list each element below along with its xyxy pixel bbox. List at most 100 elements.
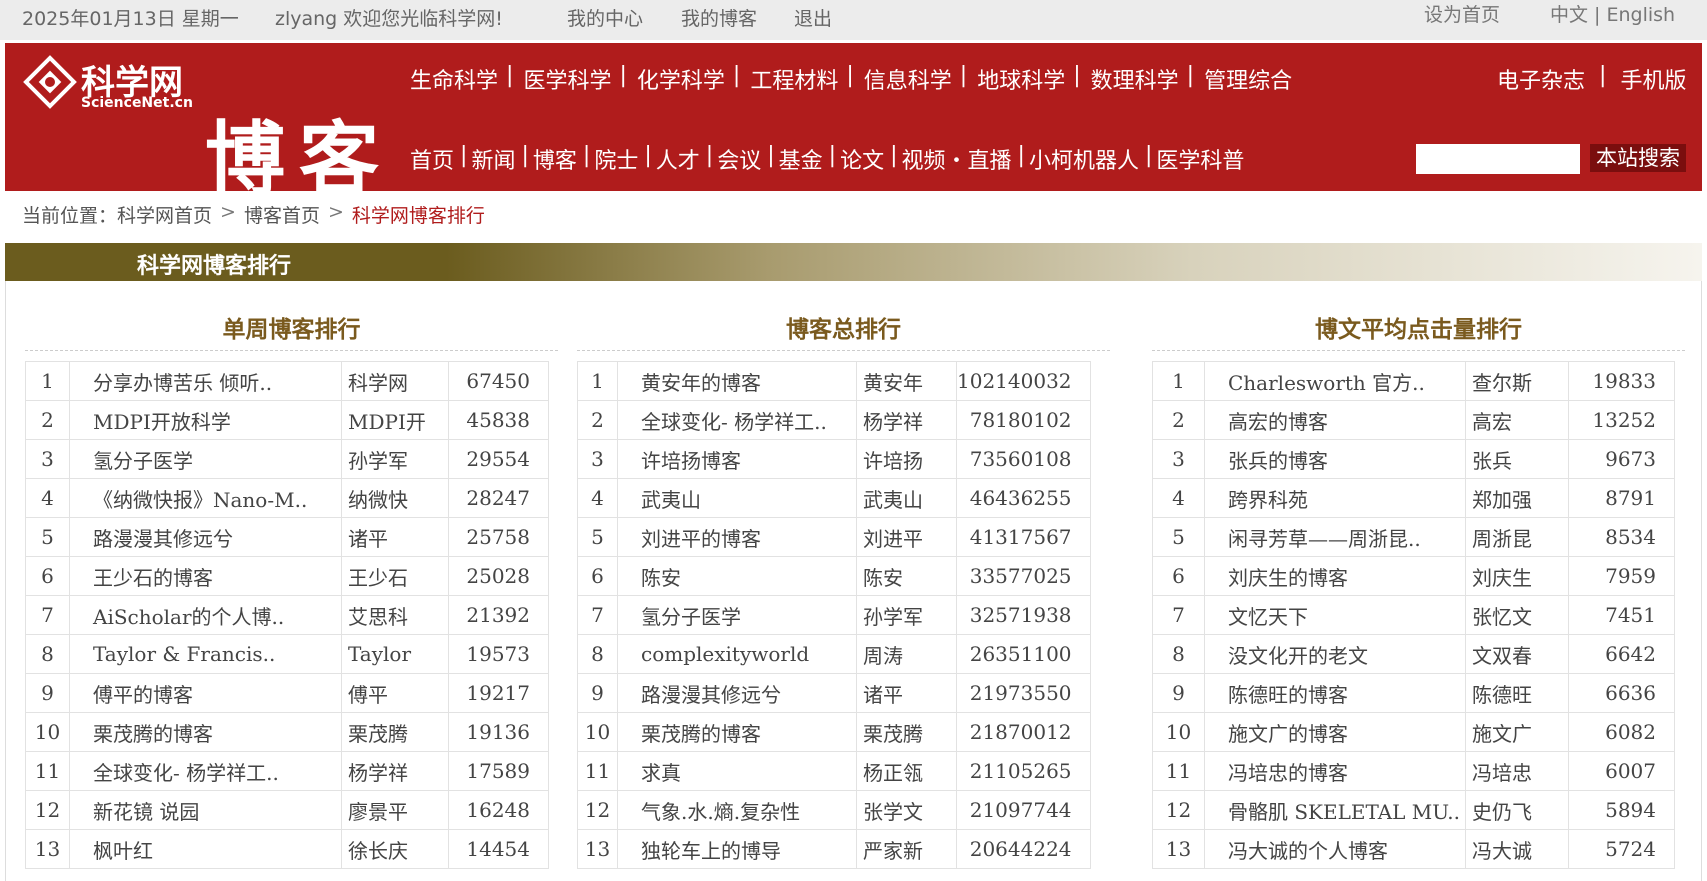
- blog-author-link[interactable]: 文双春: [1465, 634, 1569, 674]
- blog-title-link[interactable]: 气象.水.熵.复杂性: [617, 790, 857, 830]
- blog-title-link[interactable]: 《纳微快报》Nano-M..: [69, 478, 342, 518]
- emagazine-link[interactable]: 电子杂志: [1497, 63, 1585, 95]
- blog-author-link[interactable]: 郑加强: [1465, 478, 1569, 518]
- sciencenet-logo-icon[interactable]: [23, 55, 77, 109]
- nav-item-blog[interactable]: 博客: [533, 143, 577, 175]
- blog-title-link[interactable]: 王少石的博客: [69, 556, 342, 596]
- blog-title-link[interactable]: 路漫漫其修远兮: [69, 517, 342, 557]
- blog-title-link[interactable]: 陈德旺的博客: [1204, 673, 1466, 713]
- nav-item-medsci[interactable]: 医学科普: [1156, 143, 1244, 175]
- blog-title-link[interactable]: 文忆天下: [1204, 595, 1466, 635]
- blog-title-link[interactable]: 新花镜 说园: [69, 790, 342, 830]
- blog-title-link[interactable]: 独轮车上的博导: [617, 829, 857, 869]
- blog-title-link[interactable]: 武夷山: [617, 478, 857, 518]
- blog-title-link[interactable]: 栗茂腾的博客: [69, 712, 342, 752]
- blog-title-link[interactable]: Charlesworth 官方..: [1204, 361, 1466, 401]
- mobile-link[interactable]: 手机版: [1620, 63, 1686, 95]
- set-homepage-link[interactable]: 设为首页: [1424, 0, 1500, 27]
- blog-title-link[interactable]: 求真: [617, 751, 857, 791]
- blog-title-link[interactable]: 全球变化- 杨学祥工..: [617, 400, 857, 440]
- my-center-link[interactable]: 我的中心: [567, 4, 643, 31]
- site-search-button[interactable]: 本站搜索: [1590, 144, 1686, 172]
- blog-author-link[interactable]: 诸平: [856, 673, 957, 713]
- blog-author-link[interactable]: 栗茂腾: [856, 712, 957, 752]
- blog-title-link[interactable]: 刘进平的博客: [617, 517, 857, 557]
- nav-item-paper[interactable]: 论文: [840, 143, 884, 175]
- blog-title-link[interactable]: 许培扬博客: [617, 439, 857, 479]
- blog-title-link[interactable]: AiScholar的个人博..: [69, 595, 342, 635]
- site-search-input[interactable]: [1416, 144, 1580, 174]
- blog-author-link[interactable]: 施文广: [1465, 712, 1569, 752]
- nav-item-engineering[interactable]: 工程材料: [750, 63, 838, 95]
- nav-item-talent[interactable]: 人才: [656, 143, 700, 175]
- blog-title-link[interactable]: 跨界科苑: [1204, 478, 1466, 518]
- blog-author-link[interactable]: 周涛: [856, 634, 957, 674]
- blog-title-link[interactable]: 冯大诚的个人博客: [1204, 829, 1466, 869]
- blog-title-link[interactable]: 骨骼肌 SKELETAL MU..: [1204, 790, 1466, 830]
- blog-author-link[interactable]: 刘进平: [856, 517, 957, 557]
- blog-author-link[interactable]: 杨正瓴: [856, 751, 957, 791]
- blog-title-link[interactable]: 氢分子医学: [617, 595, 857, 635]
- blog-author-link[interactable]: 刘庆生: [1465, 556, 1569, 596]
- nav-item-life[interactable]: 生命科学: [410, 63, 498, 95]
- nav-item-conference[interactable]: 会议: [717, 143, 761, 175]
- blog-author-link[interactable]: 冯大诚: [1465, 829, 1569, 869]
- blog-author-link[interactable]: 张忆文: [1465, 595, 1569, 635]
- blog-title-link[interactable]: 傅平的博客: [69, 673, 342, 713]
- blog-author-link[interactable]: 诸平: [341, 517, 449, 557]
- blog-author-link[interactable]: 孙学军: [341, 439, 449, 479]
- blog-title-link[interactable]: 施文广的博客: [1204, 712, 1466, 752]
- blog-author-link[interactable]: 许培扬: [856, 439, 957, 479]
- blog-title-link[interactable]: 没文化开的老文: [1204, 634, 1466, 674]
- blog-author-link[interactable]: 杨学祥: [856, 400, 957, 440]
- blog-author-link[interactable]: 查尔斯: [1465, 361, 1569, 401]
- breadcrumb-blog-home[interactable]: 博客首页: [244, 201, 320, 228]
- nav-item-robot[interactable]: 小柯机器人: [1029, 143, 1139, 175]
- nav-item-chemistry[interactable]: 化学科学: [637, 63, 725, 95]
- blog-author-link[interactable]: 傅平: [341, 673, 449, 713]
- blog-author-link[interactable]: 纳微快: [341, 478, 449, 518]
- blog-title-link[interactable]: 黄安年的博客: [617, 361, 857, 401]
- blog-title-link[interactable]: Taylor & Francis..: [69, 634, 342, 674]
- nav-item-video[interactable]: 视频・直播: [902, 143, 1012, 175]
- nav-item-news[interactable]: 新闻: [471, 143, 515, 175]
- blog-author-link[interactable]: 冯培忠: [1465, 751, 1569, 791]
- breadcrumb-home[interactable]: 科学网首页: [117, 201, 212, 228]
- nav-item-fund[interactable]: 基金: [779, 143, 823, 175]
- logo-text-en[interactable]: ScienceNet.cn: [81, 95, 193, 111]
- blog-author-link[interactable]: 严家新: [856, 829, 957, 869]
- blog-title-link[interactable]: 枫叶红: [69, 829, 342, 869]
- nav-item-earth[interactable]: 地球科学: [977, 63, 1065, 95]
- blog-title-link[interactable]: 栗茂腾的博客: [617, 712, 857, 752]
- blog-author-link[interactable]: 黄安年: [856, 361, 957, 401]
- blog-author-link[interactable]: 周浙昆: [1465, 517, 1569, 557]
- nav-item-information[interactable]: 信息科学: [864, 63, 952, 95]
- blog-author-link[interactable]: 王少石: [341, 556, 449, 596]
- blog-author-link[interactable]: MDPI开: [341, 400, 449, 440]
- logout-link[interactable]: 退出: [794, 4, 832, 31]
- blog-author-link[interactable]: 杨学祥: [341, 751, 449, 791]
- nav-item-academician[interactable]: 院士: [594, 143, 638, 175]
- nav-item-math-physics[interactable]: 数理科学: [1091, 63, 1179, 95]
- blog-title-link[interactable]: 冯培忠的博客: [1204, 751, 1466, 791]
- blog-author-link[interactable]: 张兵: [1465, 439, 1569, 479]
- blog-author-link[interactable]: 陈德旺: [1465, 673, 1569, 713]
- blog-author-link[interactable]: 陈安: [856, 556, 957, 596]
- blog-author-link[interactable]: 高宏: [1465, 400, 1569, 440]
- blog-author-link[interactable]: 艾思科: [341, 595, 449, 635]
- blog-title-link[interactable]: 闲寻芳草——周浙昆..: [1204, 517, 1466, 557]
- language-switch[interactable]: 中文 | English: [1550, 0, 1675, 27]
- blog-author-link[interactable]: 孙学军: [856, 595, 957, 635]
- blog-title-link[interactable]: 氢分子医学: [69, 439, 342, 479]
- blog-title-link[interactable]: 分享办博苦乐 倾听..: [69, 361, 342, 401]
- blog-author-link[interactable]: 科学网: [341, 361, 449, 401]
- blog-title-link[interactable]: 全球变化- 杨学祥工..: [69, 751, 342, 791]
- blog-title-link[interactable]: 张兵的博客: [1204, 439, 1466, 479]
- blog-author-link[interactable]: 廖景平: [341, 790, 449, 830]
- blog-title-link[interactable]: 陈安: [617, 556, 857, 596]
- nav-item-medicine[interactable]: 医学科学: [523, 63, 611, 95]
- blog-title-link[interactable]: 高宏的博客: [1204, 400, 1466, 440]
- blog-title-link[interactable]: 路漫漫其修远兮: [617, 673, 857, 713]
- blog-author-link[interactable]: 栗茂腾: [341, 712, 449, 752]
- blog-author-link[interactable]: 张学文: [856, 790, 957, 830]
